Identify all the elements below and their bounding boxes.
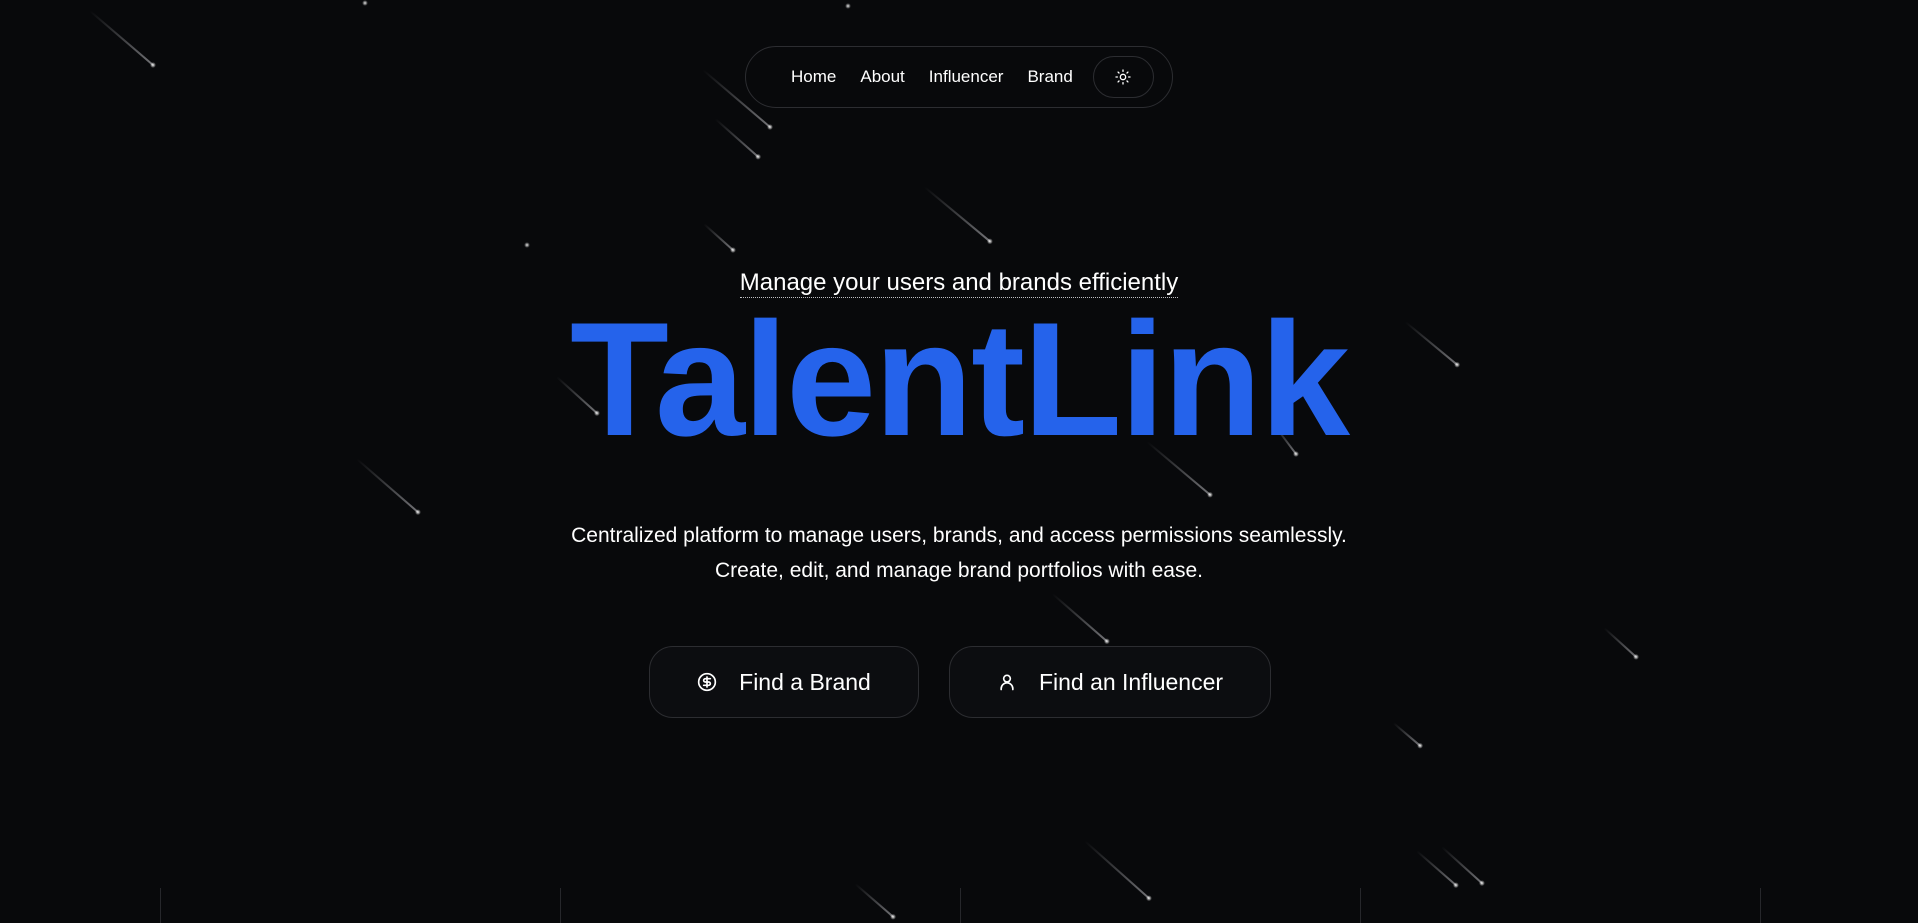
user-icon (997, 672, 1017, 692)
page: Home About Influencer Brand Manage your … (0, 0, 1918, 923)
star-dot (362, 0, 368, 6)
meteor-streak (1416, 850, 1457, 886)
hero-description: Centralized platform to manage users, br… (0, 518, 1918, 588)
theme-toggle-button[interactable] (1092, 56, 1154, 98)
nav-link-about[interactable]: About (860, 67, 904, 87)
meteor-streak (1441, 846, 1483, 884)
find-influencer-button[interactable]: Find an Influencer (949, 646, 1271, 718)
hero-description-line-1: Centralized platform to manage users, br… (571, 524, 1347, 547)
grid-divider (1760, 888, 1761, 923)
star-dot (845, 3, 851, 9)
find-brand-label: Find a Brand (739, 668, 871, 695)
meteor-streak (703, 223, 734, 251)
meteor-streak (1603, 627, 1637, 658)
nav-link-brand[interactable]: Brand (1027, 67, 1072, 87)
grid-divider (160, 888, 161, 923)
grid-divider (1360, 888, 1361, 923)
dollar-circle-icon (697, 672, 717, 692)
nav-link-influencer[interactable]: Influencer (929, 67, 1004, 87)
nav-link-home[interactable]: Home (791, 67, 836, 87)
meteor-streak (714, 118, 759, 158)
meteor-streak (854, 883, 894, 918)
hero-title: TalentLink (569, 289, 1350, 470)
hero-description-line-2: Create, edit, and manage brand portfolio… (715, 559, 1203, 582)
sun-icon (1115, 69, 1132, 85)
meteor-streak (924, 186, 991, 242)
find-influencer-label: Find an Influencer (1038, 668, 1224, 695)
meteor-streak (1392, 722, 1421, 747)
grid-divider (560, 888, 561, 923)
star-dot (524, 242, 530, 248)
meteor-streak (1084, 840, 1150, 899)
meteor-streak (1052, 593, 1108, 642)
top-nav: Home About Influencer Brand (745, 46, 1173, 108)
grid-divider (960, 888, 961, 923)
meteor-streak (89, 10, 154, 66)
find-brand-button[interactable]: Find a Brand (649, 646, 919, 718)
